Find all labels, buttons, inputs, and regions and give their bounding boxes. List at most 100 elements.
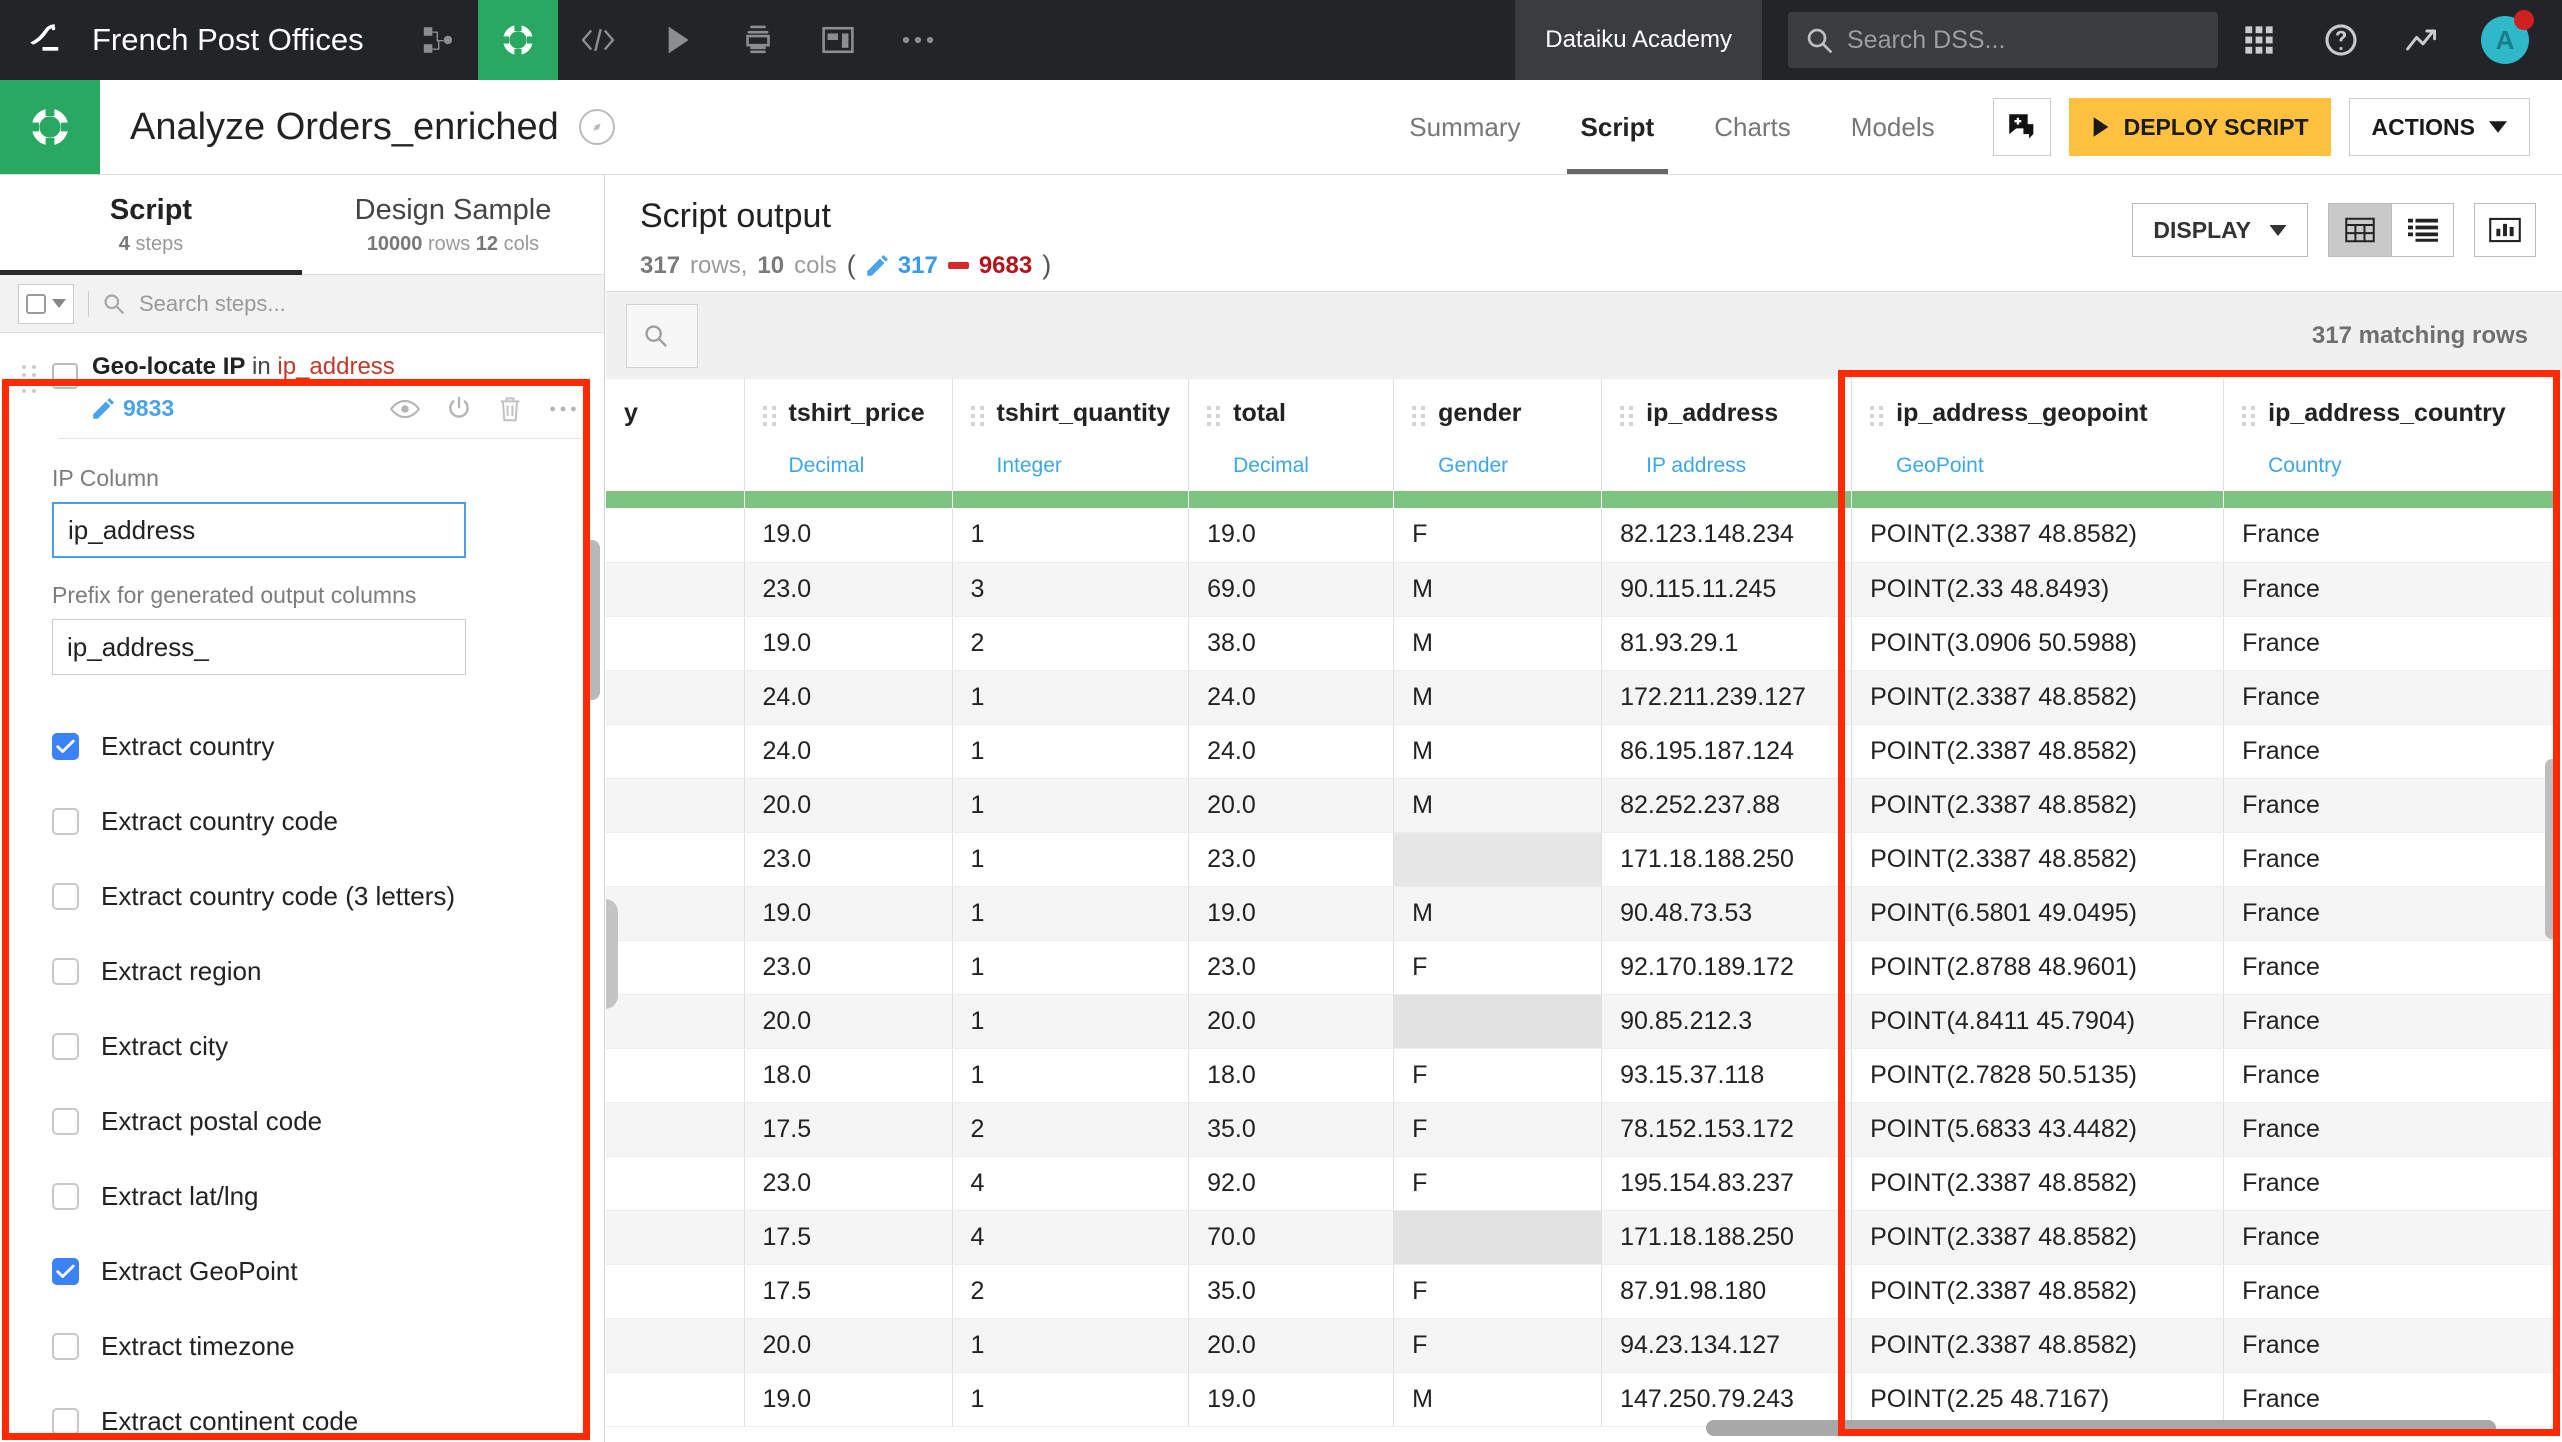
column-header-y[interactable]: y — [606, 379, 745, 491]
table-cell[interactable] — [1393, 832, 1603, 887]
table-cell[interactable]: F — [1393, 1102, 1603, 1157]
academy-link[interactable]: Dataiku Academy — [1515, 0, 1762, 80]
table-cell[interactable]: 2 — [952, 1264, 1190, 1319]
table-cell[interactable]: 195.154.83.237 — [1601, 1156, 1853, 1211]
table-cell[interactable] — [606, 562, 745, 617]
table-horizontal-scrollbar[interactable] — [1706, 1420, 2496, 1436]
power-icon[interactable] — [446, 396, 472, 422]
extract-option-checkbox[interactable] — [52, 883, 79, 910]
extract-option-checkbox[interactable] — [52, 733, 79, 760]
extract-option-row[interactable]: Extract city — [52, 1009, 604, 1084]
table-cell[interactable]: 23.0 — [744, 562, 953, 617]
table-cell[interactable]: M — [1393, 778, 1603, 833]
table-cell[interactable]: POINT(2.3387 48.8582) — [1851, 1156, 2225, 1211]
table-cell[interactable]: France — [2223, 1048, 2555, 1103]
table-cell[interactable]: 3 — [952, 562, 1190, 617]
table-cell[interactable] — [606, 1156, 745, 1211]
table-cell[interactable]: 1 — [952, 1048, 1190, 1103]
dashboard-icon[interactable] — [798, 0, 878, 80]
table-cell[interactable]: POINT(2.3387 48.8582) — [1851, 724, 2225, 779]
table-cell[interactable]: 24.0 — [744, 724, 953, 779]
table-vertical-scrollbar[interactable] — [2545, 759, 2559, 939]
table-cell[interactable]: 20.0 — [744, 1318, 953, 1373]
table-cell[interactable]: 1 — [952, 832, 1190, 887]
table-cell[interactable]: 19.0 — [744, 616, 953, 671]
table-cell[interactable]: 1 — [952, 1318, 1190, 1373]
table-cell[interactable]: 70.0 — [1188, 1210, 1395, 1265]
table-row[interactable]: 17.5 2 35.0 F 87.91.98.180 POINT(2.3387 48.85… — [606, 1264, 2555, 1319]
table-row[interactable]: 17.5 4 70.0 171.18.188.250 POINT(2.3387 48.8… — [606, 1210, 2555, 1265]
table-cell[interactable]: 19.0 — [744, 1372, 953, 1427]
extract-option-checkbox[interactable] — [52, 808, 79, 835]
search-input[interactable]: Search DSS... — [1788, 12, 2218, 68]
table-view-icon[interactable] — [2329, 204, 2391, 256]
table-cell[interactable]: 2 — [952, 1102, 1190, 1157]
table-cell[interactable]: 24.0 — [744, 670, 953, 725]
table-cell[interactable]: F — [1393, 1318, 1603, 1373]
jobs-icon[interactable] — [718, 0, 798, 80]
left-panel-scrollbar[interactable] — [584, 540, 600, 700]
column-header-tshirt_quantity[interactable]: tshirt_quantity Integer — [952, 379, 1190, 491]
table-cell[interactable]: 20.0 — [1188, 1318, 1395, 1373]
table-cell[interactable]: 147.250.79.243 — [1601, 1372, 1853, 1427]
table-row[interactable]: 18.0 1 18.0 F 93.15.37.118 POINT(2.7828 50.51… — [606, 1048, 2555, 1103]
table-cell[interactable]: M — [1393, 562, 1603, 617]
table-cell[interactable]: 87.91.98.180 — [1601, 1264, 1853, 1319]
table-cell[interactable]: POINT(2.3387 48.8582) — [1851, 1264, 2225, 1319]
compass-icon[interactable] — [578, 109, 615, 145]
extract-option-checkbox[interactable] — [52, 1183, 79, 1210]
table-cell[interactable] — [606, 994, 745, 1049]
table-cell[interactable]: F — [1393, 1264, 1603, 1319]
eye-icon[interactable] — [390, 398, 420, 420]
table-row[interactable]: 19.0 1 19.0 M 147.250.79.243 POINT(2.25 48.71… — [606, 1372, 2555, 1427]
table-cell[interactable]: M — [1393, 886, 1603, 941]
table-cell[interactable] — [606, 616, 745, 671]
table-cell[interactable]: 18.0 — [1188, 1048, 1395, 1103]
table-cell[interactable]: 35.0 — [1188, 1264, 1395, 1319]
table-cell[interactable] — [606, 886, 745, 941]
table-cell[interactable]: 23.0 — [744, 940, 953, 995]
table-cell[interactable]: 81.93.29.1 — [1601, 616, 1853, 671]
column-drag-handle-icon[interactable] — [1412, 399, 1426, 478]
deploy-script-button[interactable]: DEPLOY SCRIPT — [2068, 98, 2331, 156]
help-icon[interactable] — [2300, 23, 2382, 57]
table-cell[interactable]: 1 — [952, 508, 1190, 563]
table-cell[interactable]: 19.0 — [1188, 886, 1395, 941]
extract-option-row[interactable]: Extract timezone — [52, 1309, 604, 1384]
table-cell[interactable]: 18.0 — [744, 1048, 953, 1103]
table-cell[interactable]: POINT(3.0906 50.5988) — [1851, 616, 2225, 671]
step-checkbox[interactable] — [52, 363, 78, 389]
column-header-ip_address_geopoint[interactable]: ip_address_geopoint GeoPoint — [1851, 379, 2225, 491]
table-cell[interactable]: 1 — [952, 778, 1190, 833]
table-cell[interactable]: F — [1393, 940, 1603, 995]
table-cell[interactable]: 82.123.148.234 — [1601, 508, 1853, 563]
table-cell[interactable]: France — [2223, 508, 2555, 563]
table-cell[interactable] — [606, 778, 745, 833]
table-cell[interactable]: France — [2223, 940, 2555, 995]
column-drag-handle-icon[interactable] — [970, 399, 985, 478]
table-cell[interactable]: France — [2223, 994, 2555, 1049]
column-header-ip_address[interactable]: ip_address IP address — [1601, 379, 1853, 491]
table-cell[interactable]: 94.23.134.127 — [1601, 1318, 1853, 1373]
table-search-input[interactable] — [626, 303, 698, 368]
table-cell[interactable]: 172.211.239.127 — [1601, 670, 1853, 725]
table-row[interactable]: 19.0 1 19.0 M 90.48.73.53 POINT(6.5801 49.049… — [606, 886, 2555, 941]
column-header-gender[interactable]: gender Gender — [1393, 379, 1603, 491]
table-cell[interactable]: POINT(6.5801 49.0495) — [1851, 886, 2225, 941]
table-cell[interactable]: 1 — [952, 1372, 1190, 1427]
table-cell[interactable]: 23.0 — [744, 832, 953, 887]
table-cell[interactable]: 19.0 — [1188, 1372, 1395, 1427]
table-cell[interactable]: M — [1393, 724, 1603, 779]
table-cell[interactable]: 90.115.11.245 — [1601, 562, 1853, 617]
table-cell[interactable]: 35.0 — [1188, 1102, 1395, 1157]
table-cell[interactable]: 171.18.188.250 — [1601, 832, 1853, 887]
table-cell[interactable] — [606, 1318, 745, 1373]
table-cell[interactable]: F — [1393, 508, 1603, 563]
select-all-checkbox[interactable] — [26, 293, 46, 314]
table-cell[interactable]: 1 — [952, 670, 1190, 725]
extract-option-row[interactable]: Extract postal code — [52, 1084, 604, 1159]
table-cell[interactable] — [606, 1372, 745, 1427]
table-cell[interactable] — [606, 1210, 745, 1265]
table-cell[interactable]: POINT(2.3387 48.8582) — [1851, 1318, 2225, 1373]
left-tab-script[interactable]: Script 4 steps — [0, 175, 302, 275]
